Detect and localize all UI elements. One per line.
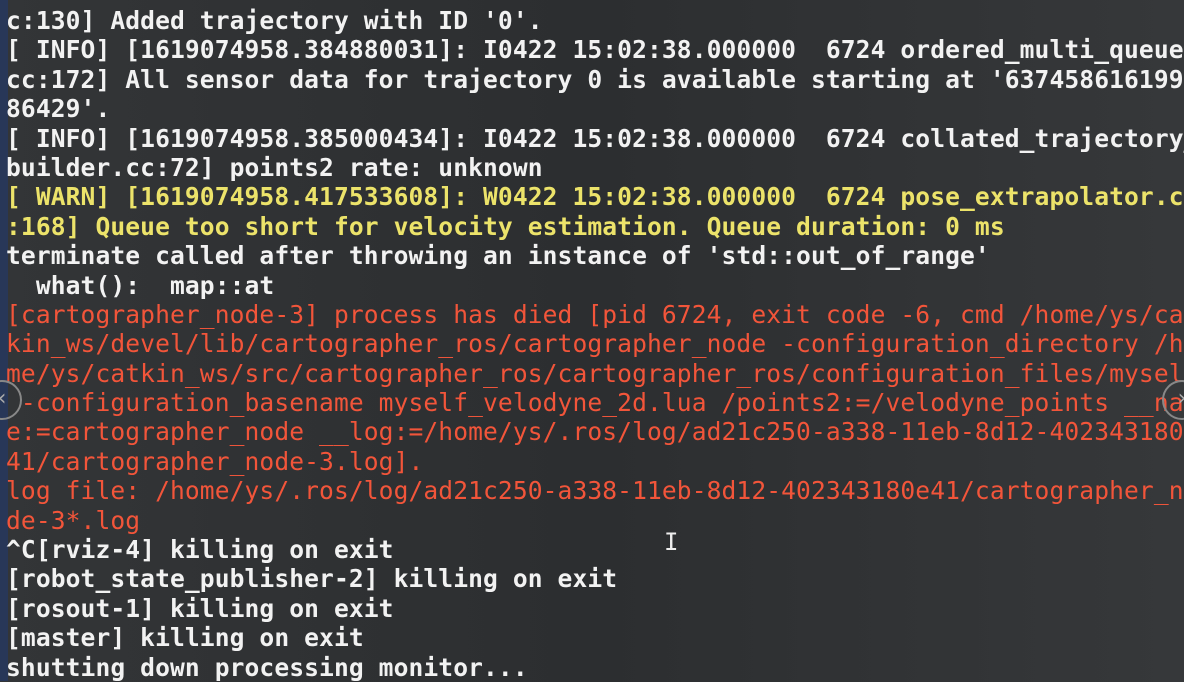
terminal-line: 86429'.	[6, 94, 111, 124]
terminal-line: de-3*.log	[6, 505, 141, 535]
terminal-line: e:=cartographer_node __log:=/home/ys/.ro…	[6, 417, 1184, 447]
terminal-line: what(): map::at	[6, 270, 275, 300]
terminal-line: ^C[rviz-4] killing on exit	[6, 535, 394, 565]
terminal-line: [ WARN] [1619074958.417533608]: W0422 15…	[6, 182, 1184, 212]
terminal-line: [ INFO] [1619074958.384880031]: I0422 15…	[6, 35, 1184, 65]
terminal-line: [robot_state_publisher-2] killing on exi…	[6, 564, 618, 594]
terminal-line: kin_ws/devel/lib/cartographer_ros/cartog…	[6, 329, 1184, 359]
terminal-line: c:130] Added trajectory with ID '0'.	[6, 6, 543, 35]
terminal-line: me/ys/catkin_ws/src/cartographer_ros/car…	[6, 358, 1184, 388]
terminal-line: log file: /home/ys/.ros/log/ad21c250-a33…	[6, 476, 1184, 506]
terminal-line: shutting down processing monitor...	[6, 652, 528, 682]
terminal-line: -configuration_basename myself_velodyne_…	[6, 388, 1184, 418]
terminal-output: c:130] Added trajectory with ID '0'.[ IN…	[6, 6, 1184, 682]
terminal-line: terminate called after throwing an insta…	[6, 241, 990, 271]
terminal-line: builder.cc:72] points2 rate: unknown	[6, 152, 543, 182]
terminal-line: :168] Queue too short for velocity estim…	[6, 211, 1005, 241]
text-cursor-icon: I	[664, 528, 679, 556]
terminal-line: [rosout-1] killing on exit	[6, 593, 394, 623]
terminal-line: [master] killing on exit	[6, 623, 364, 653]
terminal-line: [ INFO] [1619074958.385000434]: I0422 15…	[6, 123, 1184, 153]
terminal-line: cc:172] All sensor data for trajectory 0…	[6, 64, 1184, 94]
terminal-line: [cartographer_node-3] process has died […	[6, 299, 1184, 329]
terminal-line: 41/cartographer_node-3.log].	[6, 446, 424, 476]
